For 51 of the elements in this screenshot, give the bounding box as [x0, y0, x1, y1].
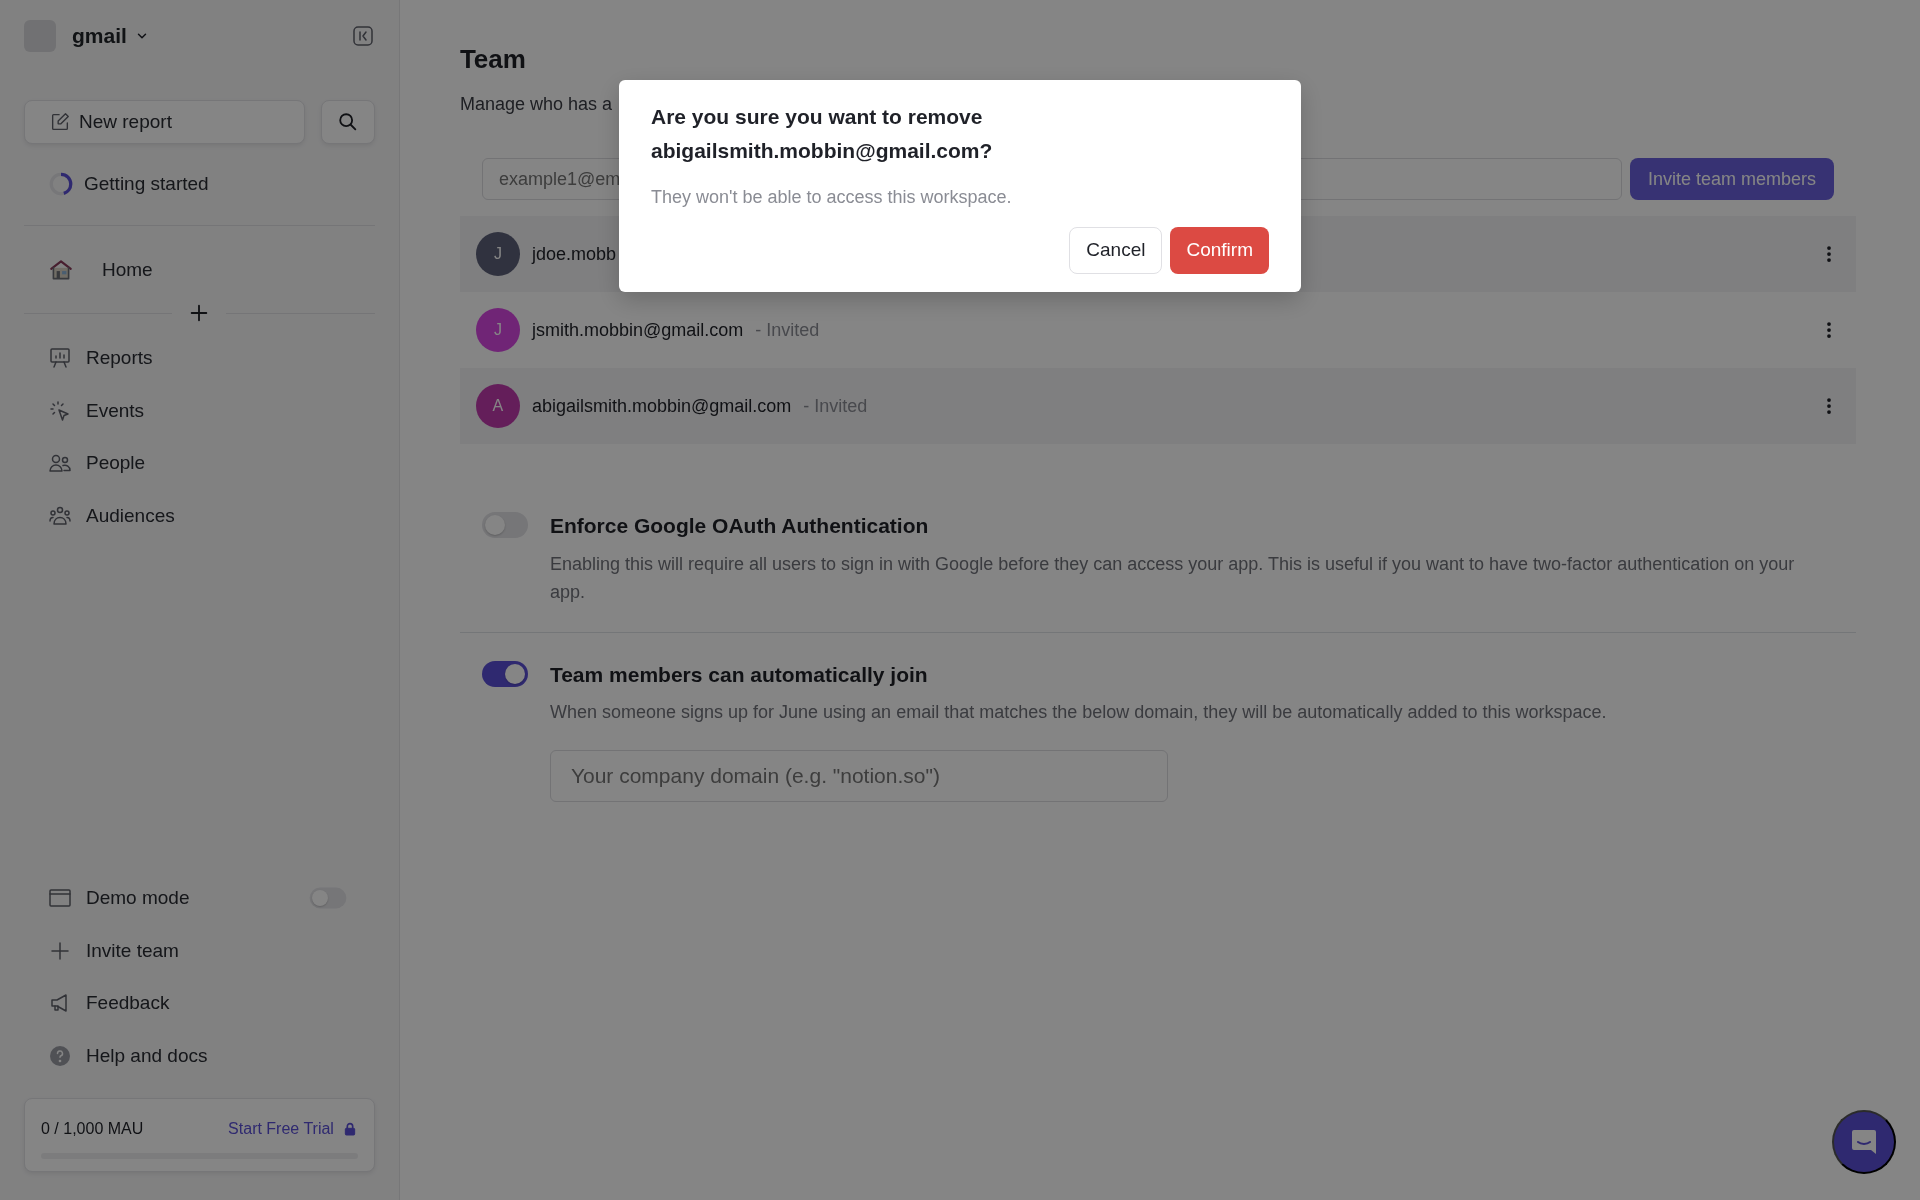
nav-item[interactable]: Invite team	[24, 924, 375, 977]
member-email: abigailsmith.mobbin@gmail.com	[531, 394, 792, 418]
demo-mode-toggle[interactable]	[309, 887, 347, 909]
avatar: J	[475, 232, 520, 277]
getting-started-item[interactable]: Getting started	[24, 160, 375, 209]
member-status: - Invited	[755, 318, 820, 342]
nav-item[interactable]: Events	[24, 384, 375, 437]
nav-item[interactable]: Help and docs	[24, 1029, 375, 1082]
cursor-click-icon	[48, 398, 72, 423]
more-vertical-icon	[1826, 245, 1832, 264]
more-button[interactable]	[1826, 397, 1832, 416]
setting-description: Enabling this will require all users to sign in with Google before they can access your app. This is useful if you want to have two-factor authentication on your app.	[549, 552, 1796, 604]
search-button[interactable]	[320, 100, 375, 144]
pencil-square-icon	[49, 111, 71, 133]
confirm-button[interactable]: Confirm	[1170, 227, 1269, 274]
new-report-button[interactable]: New report	[24, 100, 305, 144]
more-vertical-icon	[1826, 321, 1832, 340]
member-email: jsmith.mobbin@gmail.com	[531, 318, 744, 342]
dialog-title: Are you sure you want to remove abigailsmith.mobbin@gmail.com?	[651, 104, 994, 164]
collapse-icon	[350, 24, 375, 48]
cancel-button[interactable]: Cancel	[1069, 227, 1163, 274]
more-button[interactable]	[1826, 245, 1832, 264]
avatar: A	[475, 384, 520, 429]
demo-mode-item[interactable]: Demo mode	[24, 872, 375, 925]
help-icon	[48, 1043, 72, 1068]
progress-ring	[48, 171, 74, 198]
setting-title: Enforce Google OAuth Authentication	[549, 513, 930, 540]
dialog-message: They won't be able to access this workspace.	[651, 186, 1013, 209]
usage-reading: 0 / 1,000 MAU	[41, 1119, 144, 1139]
more-vertical-icon	[1826, 397, 1832, 416]
start-trial-link[interactable]: Start Free Trial	[228, 1117, 358, 1141]
chat-icon	[1849, 1127, 1879, 1157]
workspace-switcher[interactable]: gmail	[72, 20, 149, 52]
nav-item[interactable]: People	[24, 437, 375, 490]
more-button[interactable]	[1826, 321, 1832, 340]
toggle-switch[interactable]	[481, 512, 528, 539]
setting-title: Team members can automatically join	[549, 661, 929, 688]
member-email: jdoe.mobb	[531, 242, 616, 266]
toggle-switch[interactable]	[481, 660, 528, 687]
easel-chart-icon	[48, 346, 72, 371]
nav-item[interactable]: Reports	[24, 332, 375, 385]
avatar: J	[475, 308, 520, 353]
nav-item[interactable]: Audiences	[24, 489, 375, 542]
search-icon	[336, 111, 359, 133]
domain-field[interactable]: Your company domain (e.g. "notion.so")	[549, 750, 1168, 803]
nav-item[interactable]: Feedback	[24, 977, 375, 1030]
setting-description: When someone signs up for June using an email that matches the below domain, they will be automatically added to this workspace.	[549, 701, 1608, 725]
home-item[interactable]: Home	[24, 245, 375, 294]
page-title: Team	[459, 44, 527, 76]
collapse-sidebar-button[interactable]	[350, 24, 375, 48]
page-subtitle: Manage who has a	[459, 93, 613, 117]
